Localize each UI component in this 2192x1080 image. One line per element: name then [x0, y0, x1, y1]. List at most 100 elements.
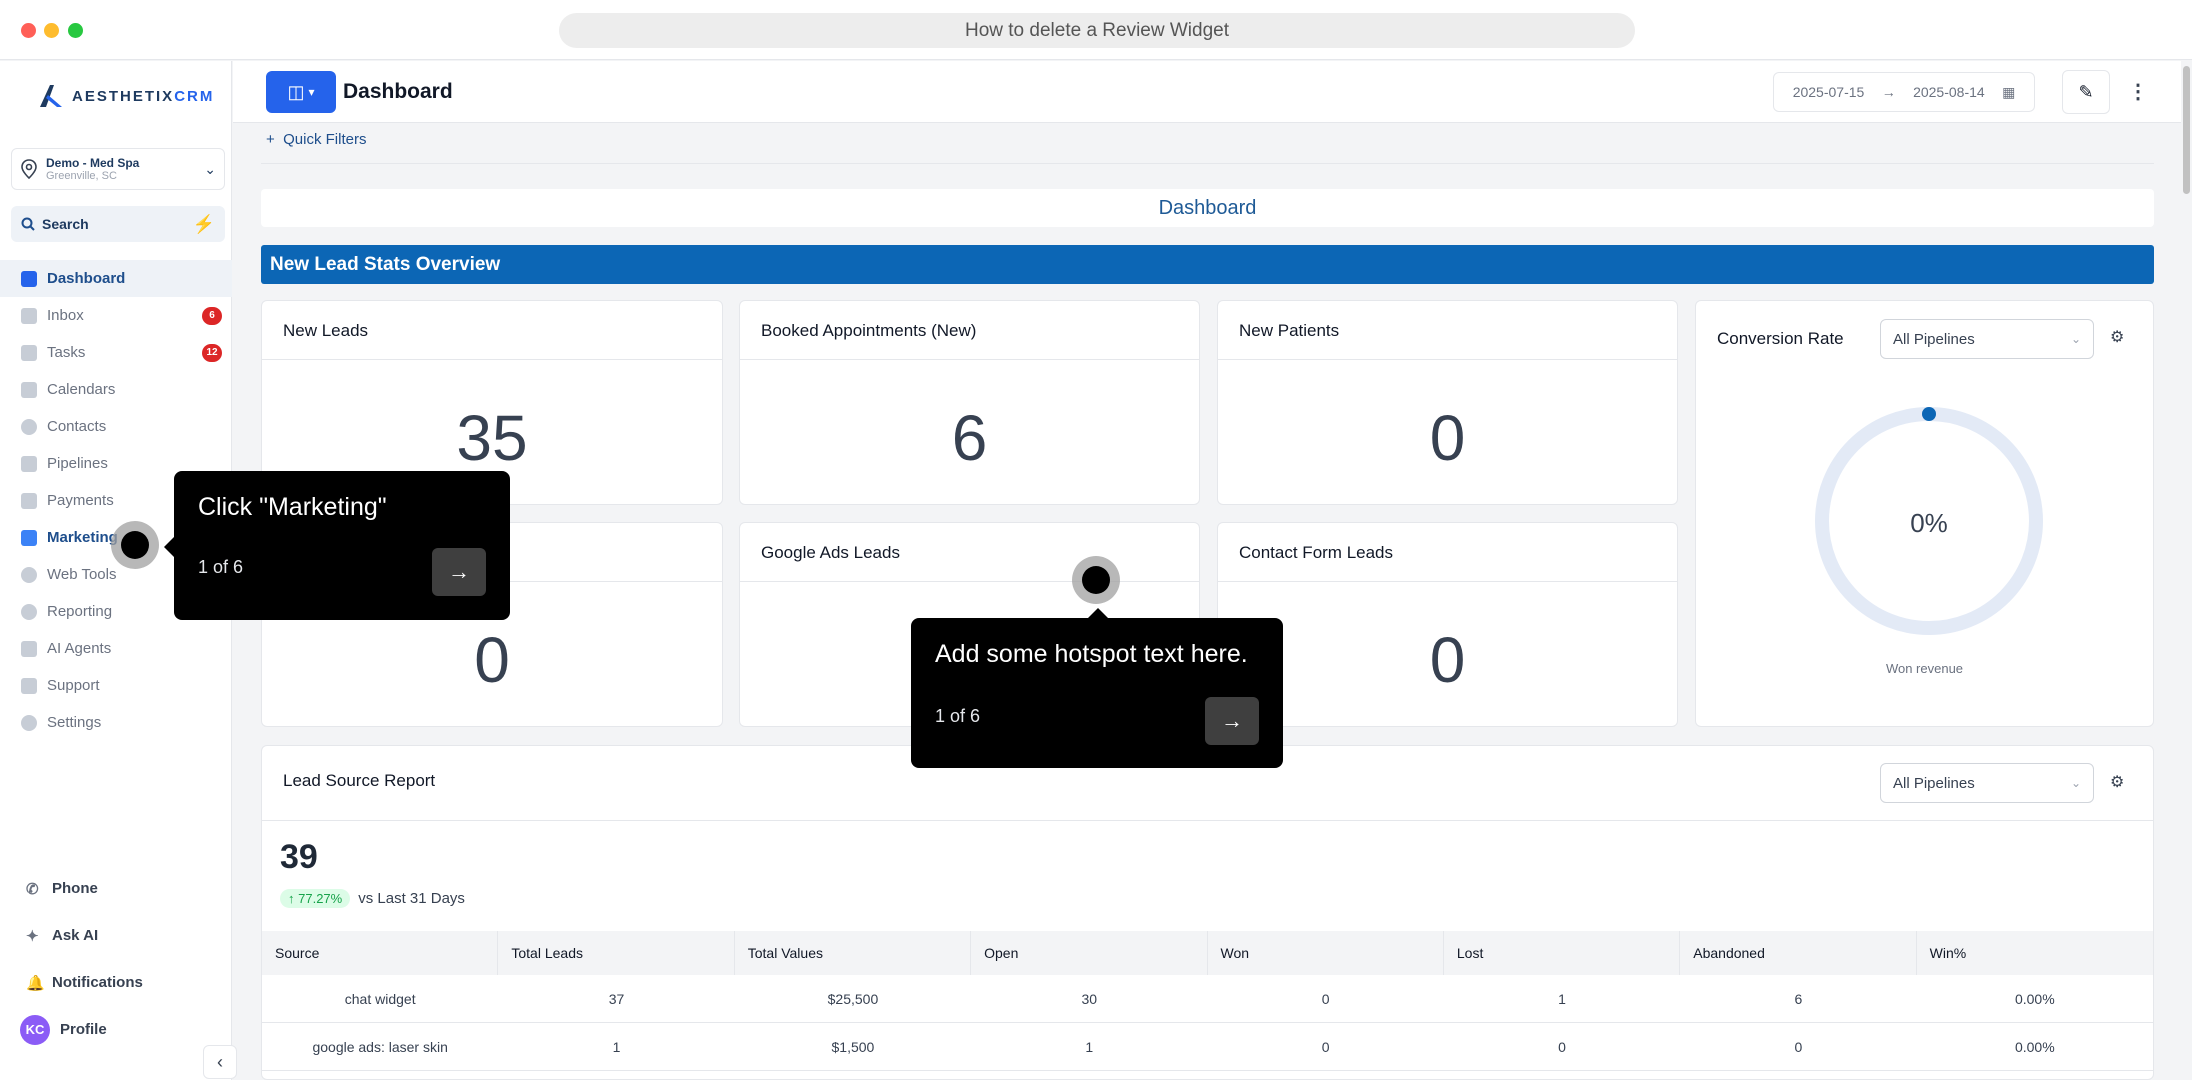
tooltip-next-button[interactable]: → [432, 548, 486, 596]
chat-icon [21, 677, 37, 694]
booked-appointments-card: Booked Appointments (New) 6 [739, 300, 1200, 505]
date-from[interactable]: 2025-07-15 [1793, 84, 1865, 100]
column-header[interactable]: Total Values [735, 931, 972, 975]
divider [740, 359, 1199, 360]
column-header[interactable]: Won [1208, 931, 1444, 975]
location-city: Greenville, SC [46, 170, 117, 182]
sidebar-item-ai-agents[interactable]: AI Agents [0, 630, 232, 667]
sidebar-item-support[interactable]: Support [0, 667, 232, 704]
quick-filters-label: Quick Filters [283, 131, 367, 148]
gear-icon [21, 714, 37, 731]
window-titlebar: How to delete a Review Widget [0, 0, 2192, 60]
google-ads-hotspot[interactable] [1072, 556, 1120, 604]
table-cell: 0 [1558, 1038, 1566, 1055]
table-row[interactable]: google ads: laser skin 1 $1,500 1 0 0 0 … [262, 1023, 2153, 1071]
card-title: Conversion Rate [1717, 329, 1844, 348]
lightning-icon[interactable]: ⚡ [193, 214, 215, 235]
avatar: KC [20, 1014, 50, 1045]
table-cell: 0 [1321, 1038, 1330, 1055]
sidebar-search[interactable]: Search ⚡ [11, 206, 225, 242]
divider [262, 359, 722, 360]
card-title: Contact Form Leads [1239, 543, 1394, 562]
collapse-sidebar-button[interactable]: ‹ [203, 1045, 237, 1079]
sidebar-item-contacts[interactable]: Contacts [0, 408, 232, 445]
conversion-caption: Won revenue [1885, 661, 1964, 676]
sidebar-item-label: Payments [47, 492, 114, 509]
hotspot-tooltip: Add some hotspot text here. 1 of 6 → [911, 608, 1283, 768]
location-switcher[interactable]: Demo - Med Spa Greenville, SC ⌄ [11, 148, 225, 190]
sidebar-item-calendars[interactable]: Calendars [0, 371, 232, 408]
quick-filters-button[interactable]: + Quick Filters [266, 131, 366, 148]
pipeline-select-value: All Pipelines [1893, 330, 1975, 348]
arrow-right-icon: → [448, 559, 470, 584]
table-cell: 0.00% [2014, 990, 2055, 1007]
sliders-icon[interactable]: ⚙ [2110, 772, 2124, 792]
pencil-icon: ✎ [2078, 81, 2094, 102]
bell-icon: 🔔 [26, 974, 45, 992]
sidebar-item-label: Calendars [47, 381, 116, 398]
minimize-window-button[interactable] [44, 23, 59, 38]
sidebar-item-settings[interactable]: Settings [0, 704, 232, 741]
chevron-down-icon: ▾ [308, 85, 315, 99]
profile-button[interactable]: KC Profile [0, 1006, 232, 1053]
column-header[interactable]: Win% [1917, 931, 2153, 975]
page-scrollbar[interactable] [2181, 61, 2192, 1080]
chevron-down-icon: ⌄ [2070, 332, 2081, 346]
sidebar-item-label: Marketing [47, 529, 118, 546]
sidebar-item-label: Web Tools [47, 566, 117, 583]
phone-button[interactable]: ✆ Phone [0, 865, 232, 912]
sliders-icon[interactable]: ⚙ [2110, 327, 2124, 347]
arrow-up-icon: ↑ [288, 891, 295, 906]
change-label: vs Last 31 Days [358, 890, 465, 907]
column-header[interactable]: Source [262, 931, 499, 975]
zoom-window-button[interactable] [68, 23, 83, 38]
sidebar-item-tasks[interactable]: Tasks 12 [0, 334, 232, 371]
close-window-button[interactable] [21, 23, 36, 38]
card-title: Google Ads Leads [761, 543, 900, 562]
sidebar-item-inbox[interactable]: Inbox 6 [0, 297, 232, 334]
tooltip-next-button[interactable]: → [1205, 697, 1259, 745]
table-cell: 6 [1794, 990, 1803, 1007]
date-range-picker[interactable]: 2025-07-15 → 2025-08-14 ▦ [1773, 72, 2035, 112]
phone-label: Phone [52, 880, 98, 897]
notifications-button[interactable]: 🔔 Notifications [0, 959, 232, 1006]
check-icon [21, 344, 37, 361]
change-badge: ↑ 77.27% [280, 889, 351, 908]
column-header[interactable]: Abandoned [1680, 931, 1917, 975]
inbox-icon [21, 307, 37, 324]
new-patients-card: New Patients 0 [1217, 300, 1678, 505]
gauge-indicator [1922, 407, 1936, 421]
table-cell: 37 [608, 990, 625, 1007]
table-cell: 0 [1321, 990, 1330, 1007]
marketing-tooltip: Click "Marketing" 1 of 6 → [164, 471, 510, 620]
report-total: 39 [280, 838, 318, 876]
pipeline-select[interactable]: All Pipelines ⌄ [1880, 319, 2094, 359]
marketing-hotspot[interactable] [111, 521, 159, 569]
date-to[interactable]: 2025-08-14 [1913, 84, 1985, 100]
report-pipeline-select[interactable]: All Pipelines ⌄ [1880, 763, 2094, 803]
sidebar-item-label: Contacts [47, 418, 107, 435]
sidebar-item-dashboard[interactable]: Dashboard [0, 260, 232, 297]
location-name: Demo - Med Spa [46, 156, 140, 170]
ask-ai-button[interactable]: ✦ Ask AI [0, 912, 232, 959]
column-header[interactable]: Lost [1444, 931, 1681, 975]
notifications-label: Notifications [52, 974, 143, 991]
sidebar-item-label: Settings [47, 714, 102, 731]
scrollbar-thumb[interactable] [2183, 66, 2190, 194]
table-row[interactable]: chat widget 37 $25,500 30 0 1 6 0.00% [262, 975, 2153, 1023]
sidebar-item-label: Inbox [47, 307, 84, 324]
edit-dashboard-button[interactable]: ✎ [2062, 70, 2110, 114]
divider [1218, 581, 1677, 582]
globe-icon [21, 566, 37, 583]
user-icon [21, 418, 37, 435]
brand-logo[interactable]: AESTHETIXCRM [36, 81, 214, 111]
tooltip-step: 1 of 6 [935, 706, 981, 726]
column-header[interactable]: Total Leads [498, 931, 735, 975]
conversion-gauge: 0% [1815, 407, 2043, 635]
column-header[interactable]: Open [971, 931, 1208, 975]
lead-source-table: Source Total Leads Total Values Open Won… [262, 931, 2153, 1071]
chevron-down-icon: ⌄ [204, 160, 216, 177]
more-options-icon[interactable]: ⋮ [2128, 79, 2148, 104]
layout-switcher-button[interactable]: ◫ ▾ [266, 71, 336, 113]
table-cell: $25,500 [827, 990, 879, 1007]
